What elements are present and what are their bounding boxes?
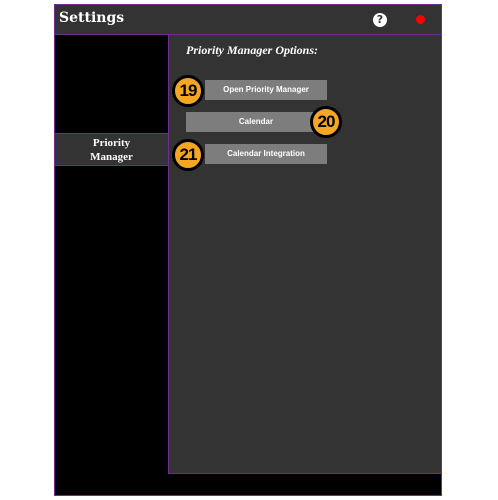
annotation-badge-20: 20 — [310, 106, 342, 138]
sidebar-empty-area — [55, 35, 168, 132]
help-icon[interactable]: ? — [373, 13, 387, 27]
sidebar-item-priority-manager[interactable]: Priority Manager — [55, 133, 168, 166]
sidebar-item-label-line2: Manager — [90, 151, 133, 163]
open-priority-manager-button[interactable]: Open Priority Manager — [205, 80, 327, 100]
annotation-badge-19: 19 — [172, 75, 204, 107]
settings-window: Settings ? Priority Manager Priority Man… — [54, 4, 442, 496]
title-bar: Settings ? — [55, 5, 441, 35]
section-heading: Priority Manager Options: — [186, 43, 319, 57]
calendar-integration-button[interactable]: Calendar Integration — [205, 144, 327, 164]
sidebar-item-label-line1: Priority — [92, 137, 131, 149]
window-title: Settings — [59, 10, 125, 26]
close-icon[interactable] — [416, 15, 425, 24]
content-panel: Priority Manager Options: Open Priority … — [168, 35, 441, 474]
annotation-badge-21: 21 — [172, 139, 204, 171]
calendar-button[interactable]: Calendar — [186, 112, 326, 132]
